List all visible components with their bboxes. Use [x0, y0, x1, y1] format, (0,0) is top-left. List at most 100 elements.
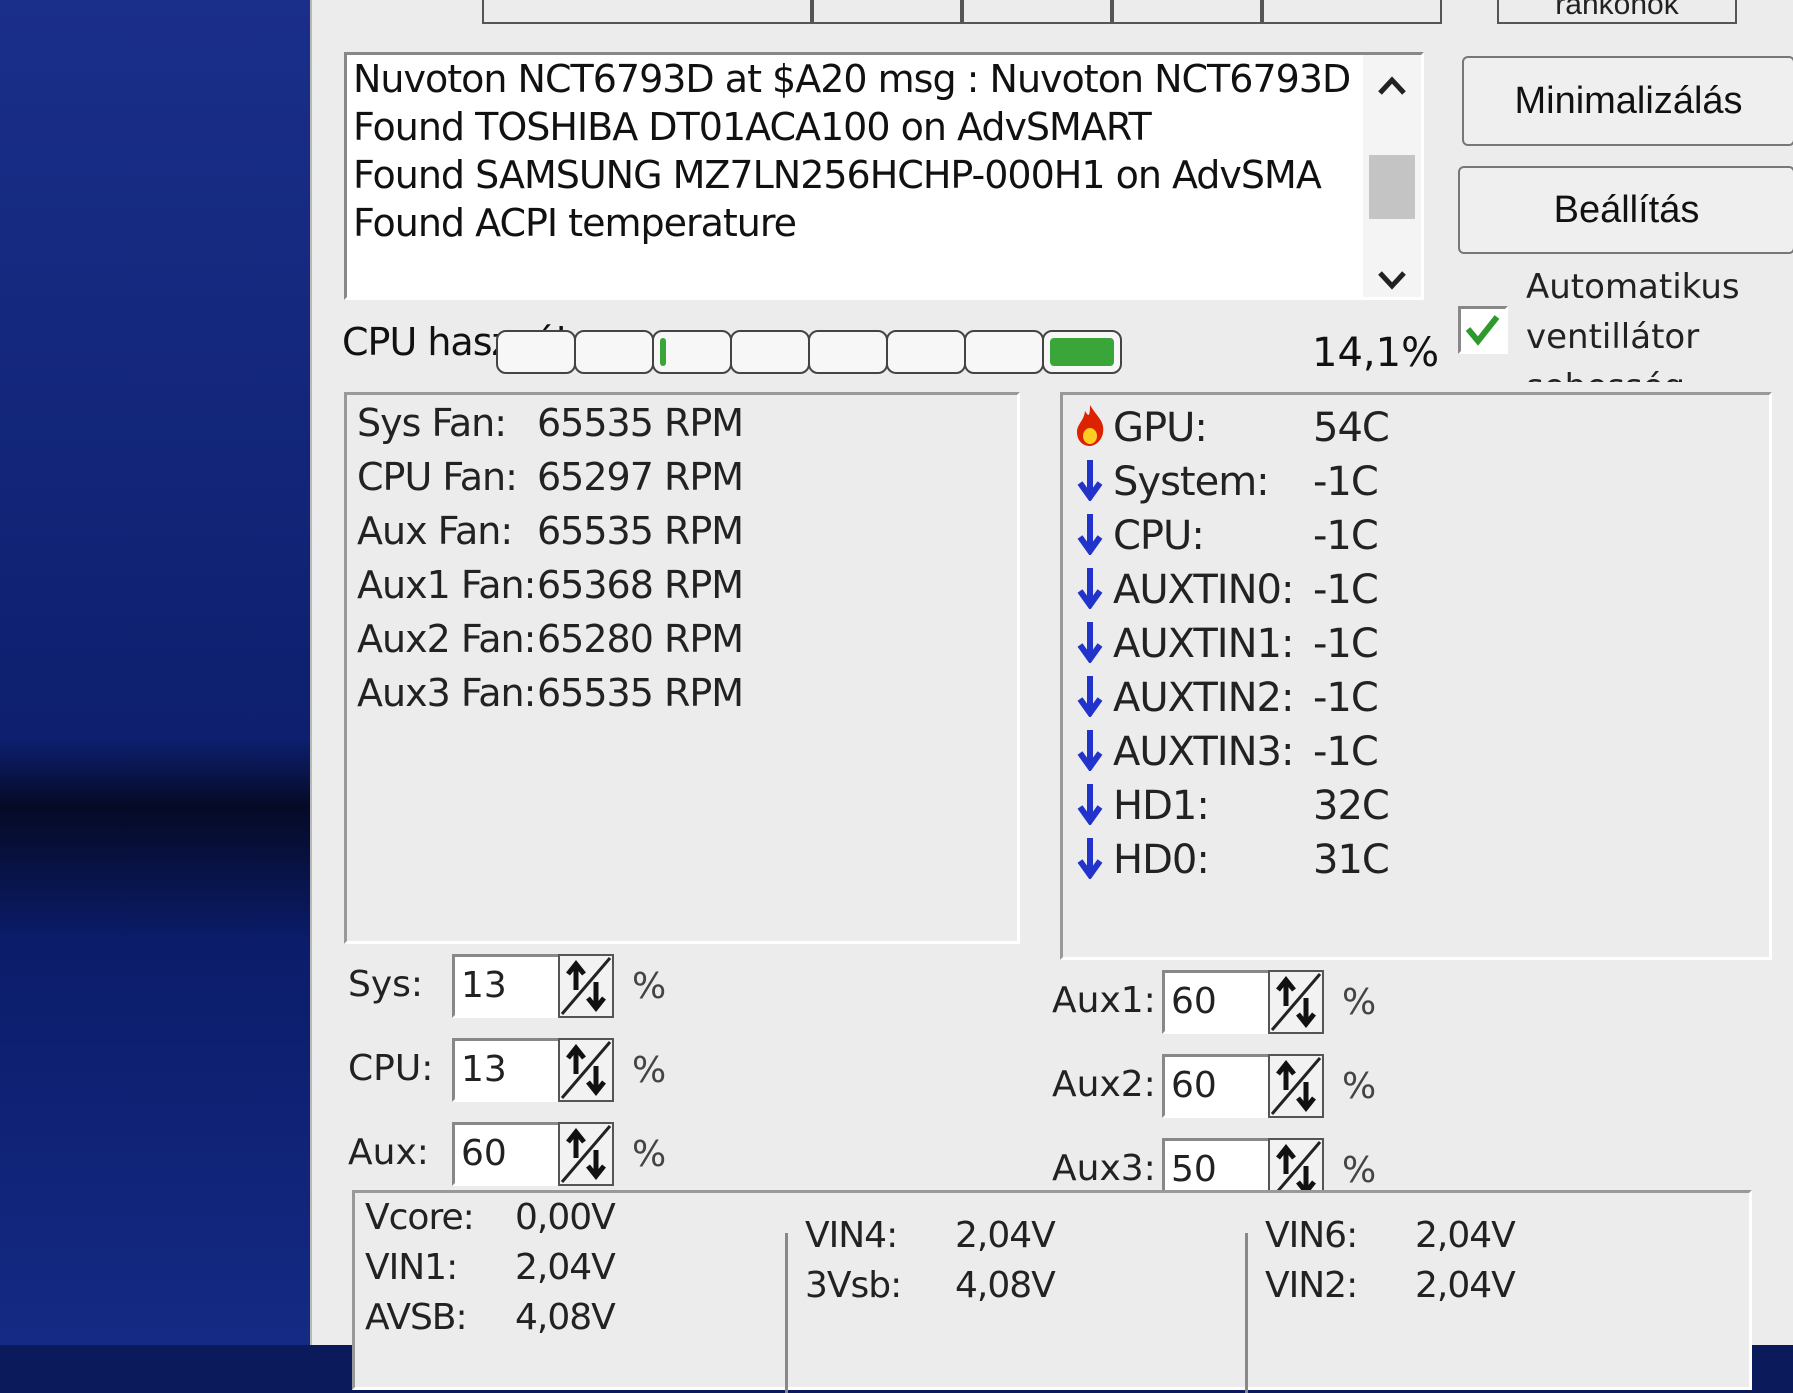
- auto-fan-label[interactable]: Automatikus ventillátor sebesség: [1526, 262, 1740, 382]
- voltage-value: 4,08V: [955, 1265, 1056, 1306]
- voltage-divider: [785, 1233, 788, 1393]
- speed-label: Aux1:: [1052, 980, 1156, 1021]
- log-scrollbar[interactable]: [1363, 55, 1421, 297]
- temperature-row: AUXTIN0: -1C: [1073, 565, 1379, 619]
- arrow-down-icon: [1073, 673, 1113, 727]
- arrow-down-icon: [1073, 511, 1113, 565]
- voltage-row: VIN6: 2,04V: [1265, 1215, 1516, 1256]
- minimize-button[interactable]: Minimalizálás: [1462, 56, 1793, 146]
- arrow-down-icon: [1073, 619, 1113, 673]
- speed-spinner-button[interactable]: [558, 954, 614, 1018]
- scroll-down-icon[interactable]: [1377, 269, 1407, 291]
- fan-rpm: 65535 RPM: [537, 671, 744, 715]
- settings-button[interactable]: Beállítás: [1458, 166, 1793, 254]
- checkmark-icon: [1465, 315, 1500, 346]
- temperature-value: -1C: [1313, 459, 1379, 505]
- voltage-value: 2,04V: [1415, 1215, 1516, 1256]
- fan-rpm: 65535 RPM: [537, 401, 744, 445]
- spinner-arrows-icon: [560, 1041, 612, 1099]
- spinner-arrows-icon: [1270, 973, 1322, 1031]
- speed-input[interactable]: 13: [452, 1038, 562, 1102]
- voltage-name: VIN6:: [1265, 1215, 1358, 1256]
- voltage-divider: [1245, 1233, 1248, 1393]
- speed-spinner-button[interactable]: [558, 1038, 614, 1102]
- speed-spinner-button[interactable]: [1268, 1054, 1324, 1118]
- fan-name: Aux1 Fan:: [357, 563, 536, 607]
- temperature-name: AUXTIN3:: [1113, 729, 1294, 775]
- settings-label: Beállítás: [1553, 188, 1700, 231]
- voltage-name: 3Vsb:: [805, 1265, 902, 1306]
- temperature-row: AUXTIN2: -1C: [1073, 673, 1379, 727]
- speed-spinner-button[interactable]: [1268, 970, 1324, 1034]
- temperature-value: 54C: [1313, 405, 1390, 451]
- log-lines: Nuvoton NCT6793D at $A20 msg : Nuvoton N…: [347, 55, 1421, 247]
- voltage-value: 2,04V: [515, 1247, 616, 1288]
- log-box[interactable]: Nuvoton NCT6793D at $A20 msg : Nuvoton N…: [344, 52, 1424, 300]
- tab-4[interactable]: [1112, 0, 1262, 24]
- minimize-label: Minimalizálás: [1514, 79, 1743, 122]
- percent-sign: %: [632, 966, 667, 1007]
- speed-value: 60: [461, 1133, 507, 1174]
- speed-input[interactable]: 13: [452, 954, 562, 1018]
- voltage-row: VIN1: 2,04V: [365, 1247, 616, 1288]
- cpu-core-fill: [1050, 338, 1114, 366]
- speed-spinner-button[interactable]: [558, 1122, 614, 1186]
- temperature-name: GPU:: [1113, 405, 1208, 451]
- auto-fan-line1: Automatikus: [1526, 267, 1740, 307]
- speed-input[interactable]: 60: [452, 1122, 562, 1186]
- temperature-value: -1C: [1313, 675, 1379, 721]
- tab-3[interactable]: [962, 0, 1112, 24]
- spinner-arrows-icon: [1270, 1057, 1322, 1115]
- arrow-down-icon: [1073, 781, 1113, 835]
- temperature-name: System:: [1113, 459, 1270, 505]
- fan-row: Aux2 Fan:65280 RPM: [357, 617, 744, 661]
- cpu-usage-value: 14,1%: [1312, 330, 1440, 376]
- arrow-down-icon: [1073, 727, 1113, 781]
- desktop-background: [0, 0, 310, 1345]
- voltage-row: VIN4: 2,04V: [805, 1215, 1056, 1256]
- temperature-row: GPU: 54C: [1073, 403, 1390, 457]
- cpu-core-cell: [730, 330, 810, 374]
- tab-charts[interactable]: ránkönök: [1497, 0, 1737, 24]
- temperature-panel: GPU: 54C System: -1C CPU: -1C AUXTIN0: -1C AUXTI…: [1060, 392, 1772, 960]
- temperature-name: AUXTIN0:: [1113, 567, 1294, 613]
- arrow-down-icon: [1073, 835, 1113, 889]
- voltage-name: VIN4:: [805, 1215, 898, 1256]
- fan-rpm: 65297 RPM: [537, 455, 744, 499]
- log-line: Found SAMSUNG MZ7LN256HCHP-000H1 on AdvS…: [353, 153, 1322, 197]
- voltage-value: 0,00V: [515, 1197, 616, 1238]
- voltage-name: AVSB:: [365, 1297, 468, 1338]
- scroll-up-icon[interactable]: [1377, 75, 1407, 97]
- tab-5[interactable]: [1262, 0, 1442, 24]
- temperature-value: -1C: [1313, 729, 1379, 775]
- speed-input[interactable]: 60: [1162, 1054, 1272, 1118]
- speed-value: 50: [1171, 1149, 1217, 1190]
- voltage-name: VIN1:: [365, 1247, 458, 1288]
- fan-name: Aux3 Fan:: [357, 671, 536, 715]
- voltage-value: 4,08V: [515, 1297, 616, 1338]
- log-line: Found ACPI temperature: [353, 201, 797, 245]
- speed-label: Aux:: [348, 1132, 429, 1173]
- tab-1[interactable]: [482, 0, 812, 24]
- fan-row: CPU Fan: 65297 RPM: [357, 455, 744, 499]
- percent-sign: %: [1342, 982, 1377, 1023]
- auto-fan-checkbox[interactable]: [1458, 306, 1508, 354]
- speed-label: CPU:: [348, 1048, 434, 1089]
- fan-row: Aux Fan: 65535 RPM: [357, 509, 744, 553]
- voltage-value: 2,04V: [955, 1215, 1056, 1256]
- scroll-thumb[interactable]: [1369, 155, 1415, 219]
- speed-label: Aux3:: [1052, 1148, 1156, 1189]
- speed-label: Aux2:: [1052, 1064, 1156, 1105]
- temperature-name: AUXTIN2:: [1113, 675, 1294, 721]
- tab-2[interactable]: [812, 0, 962, 24]
- log-line: Nuvoton NCT6793D at $A20 msg : Nuvoton N…: [353, 57, 1351, 101]
- temperature-row: System: -1C: [1073, 457, 1379, 511]
- temperature-value: 32C: [1313, 783, 1390, 829]
- speed-input[interactable]: 60: [1162, 970, 1272, 1034]
- temperature-row: AUXTIN3: -1C: [1073, 727, 1379, 781]
- temperature-name: HD0:: [1113, 837, 1210, 883]
- voltage-row: Vcore: 0,00V: [365, 1197, 616, 1238]
- speed-value: 13: [461, 965, 507, 1006]
- percent-sign: %: [1342, 1066, 1377, 1107]
- temperature-row: HD0: 31C: [1073, 835, 1390, 889]
